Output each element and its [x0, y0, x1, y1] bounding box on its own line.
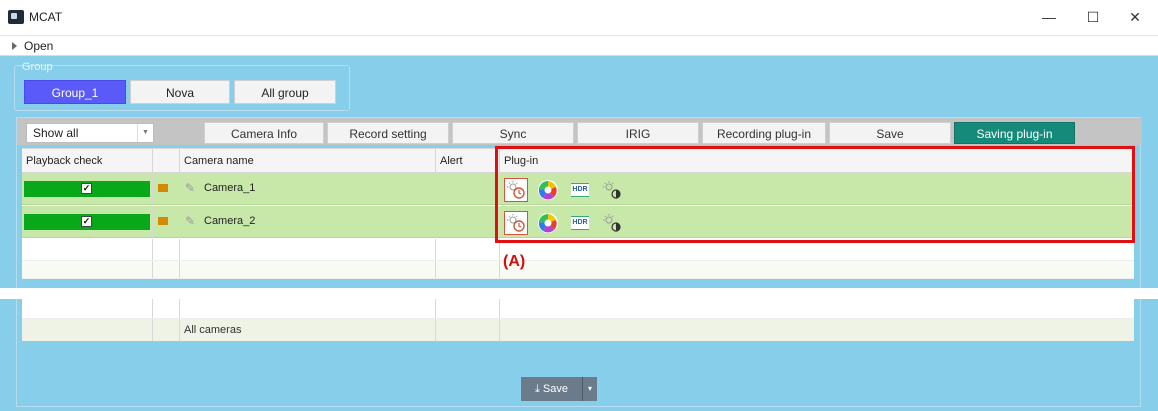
workspace: Group Group_1 Nova All group Show all ▼ …	[0, 56, 1158, 411]
camera-name-cell	[180, 173, 436, 204]
camera-name-cell	[180, 206, 436, 237]
empty-cell	[436, 299, 500, 318]
save-dropdown-button[interactable]: ▾	[583, 377, 597, 401]
empty-cell	[153, 299, 180, 318]
empty-cell	[22, 239, 153, 260]
save-button[interactable]: ⤓ Save	[521, 377, 583, 401]
empty-cell	[153, 319, 180, 341]
empty-cell	[153, 239, 180, 260]
tab-camera-info[interactable]: Camera Info	[204, 122, 324, 144]
main-panel: Show all ▼ Camera Info Record setting Sy…	[16, 117, 1142, 407]
header-camera-name: Camera name	[180, 149, 436, 173]
open-label: Open	[24, 39, 54, 53]
time-lapse-icon[interactable]	[504, 211, 528, 235]
empty-cell	[180, 261, 436, 278]
playback-cell: ✓	[22, 206, 153, 237]
group-button-group-1[interactable]: Group_1	[24, 80, 126, 104]
table-row	[22, 261, 1134, 279]
screenshot-divider	[0, 288, 1158, 299]
camera-icon	[158, 217, 168, 225]
empty-cell	[22, 299, 153, 318]
save-split-button: ⤓ Save ▾	[521, 377, 597, 401]
header-alert: Alert	[436, 149, 500, 173]
empty-cell	[436, 239, 500, 260]
app-title: MCAT	[29, 10, 63, 24]
group-button-all-group[interactable]: All group	[234, 80, 336, 104]
color-wheel-icon[interactable]	[536, 178, 560, 202]
maximize-button[interactable]: ☐	[1079, 6, 1107, 28]
all-cameras-cell: All cameras	[180, 319, 436, 341]
toolbar: Show all ▼ Camera Info Record setting Sy…	[17, 118, 1142, 145]
table-row	[22, 299, 1134, 319]
close-button[interactable]: ✕	[1121, 6, 1149, 28]
playback-checkbox[interactable]: ✓	[81, 216, 92, 227]
download-icon: ⤓	[534, 383, 540, 395]
open-expander[interactable]: Open	[0, 36, 1158, 56]
empty-cell	[436, 261, 500, 278]
group-button-nova[interactable]: Nova	[130, 80, 230, 104]
app-logo-icon	[8, 10, 24, 24]
alert-cell	[436, 206, 500, 237]
empty-cell	[22, 261, 153, 278]
brightness-contrast-icon[interactable]	[600, 178, 624, 202]
empty-cell	[180, 299, 436, 318]
color-wheel-icon[interactable]	[536, 211, 560, 235]
tab-save[interactable]: Save	[829, 122, 951, 144]
filter-dropdown[interactable]: Show all ▼	[26, 123, 154, 143]
header-playback-check: Playback check	[22, 149, 153, 173]
camera-grid-bottom: All cameras	[22, 299, 1134, 341]
save-label: Save	[542, 383, 568, 395]
playback-cell: ✓	[22, 173, 153, 204]
chevron-down-icon: ▼	[137, 124, 153, 142]
header-icon-column	[153, 149, 180, 173]
hdr-icon[interactable]: HDR	[568, 211, 592, 235]
playback-bar: ✓	[24, 181, 150, 197]
tab-irig[interactable]: IRIG	[577, 122, 699, 144]
grid-header: Playback check Camera name Alert Plug-in	[22, 148, 1134, 173]
all-cameras-label: All cameras	[184, 324, 242, 336]
alert-cell	[436, 173, 500, 204]
filter-value: Show all	[33, 126, 79, 140]
tab-saving-plug-in[interactable]: Saving plug-in	[954, 122, 1075, 144]
header-plug-in: Plug-in	[504, 155, 539, 167]
time-lapse-icon[interactable]	[504, 178, 528, 202]
empty-cell	[436, 319, 500, 341]
brightness-contrast-icon[interactable]	[600, 211, 624, 235]
tab-sync[interactable]: Sync	[452, 122, 574, 144]
camera-icon	[158, 184, 168, 192]
camera-grid: Playback check Camera name Alert Plug-in…	[22, 148, 1134, 279]
empty-cell	[153, 261, 180, 278]
empty-cell	[180, 239, 436, 260]
table-row: ✓ ✎ Camera_2 HDR	[22, 206, 1134, 238]
tab-record-setting[interactable]: Record setting	[327, 122, 449, 144]
expand-arrow-icon	[12, 42, 17, 50]
table-row	[22, 239, 1134, 261]
hdr-icon[interactable]: HDR	[568, 178, 592, 202]
title-bar: MCAT — ☐ ✕	[0, 0, 1158, 36]
playback-checkbox[interactable]: ✓	[81, 183, 92, 194]
minimize-button[interactable]: —	[1035, 6, 1063, 28]
table-row: ✓ ✎ Camera_1 HDR	[22, 173, 1134, 205]
empty-cell	[22, 319, 153, 341]
all-cameras-row: All cameras	[22, 319, 1134, 341]
annotation-label: (A)	[503, 253, 526, 270]
playback-bar: ✓	[24, 214, 150, 230]
tab-recording-plug-in[interactable]: Recording plug-in	[702, 122, 826, 144]
group-label: Group	[22, 61, 53, 73]
